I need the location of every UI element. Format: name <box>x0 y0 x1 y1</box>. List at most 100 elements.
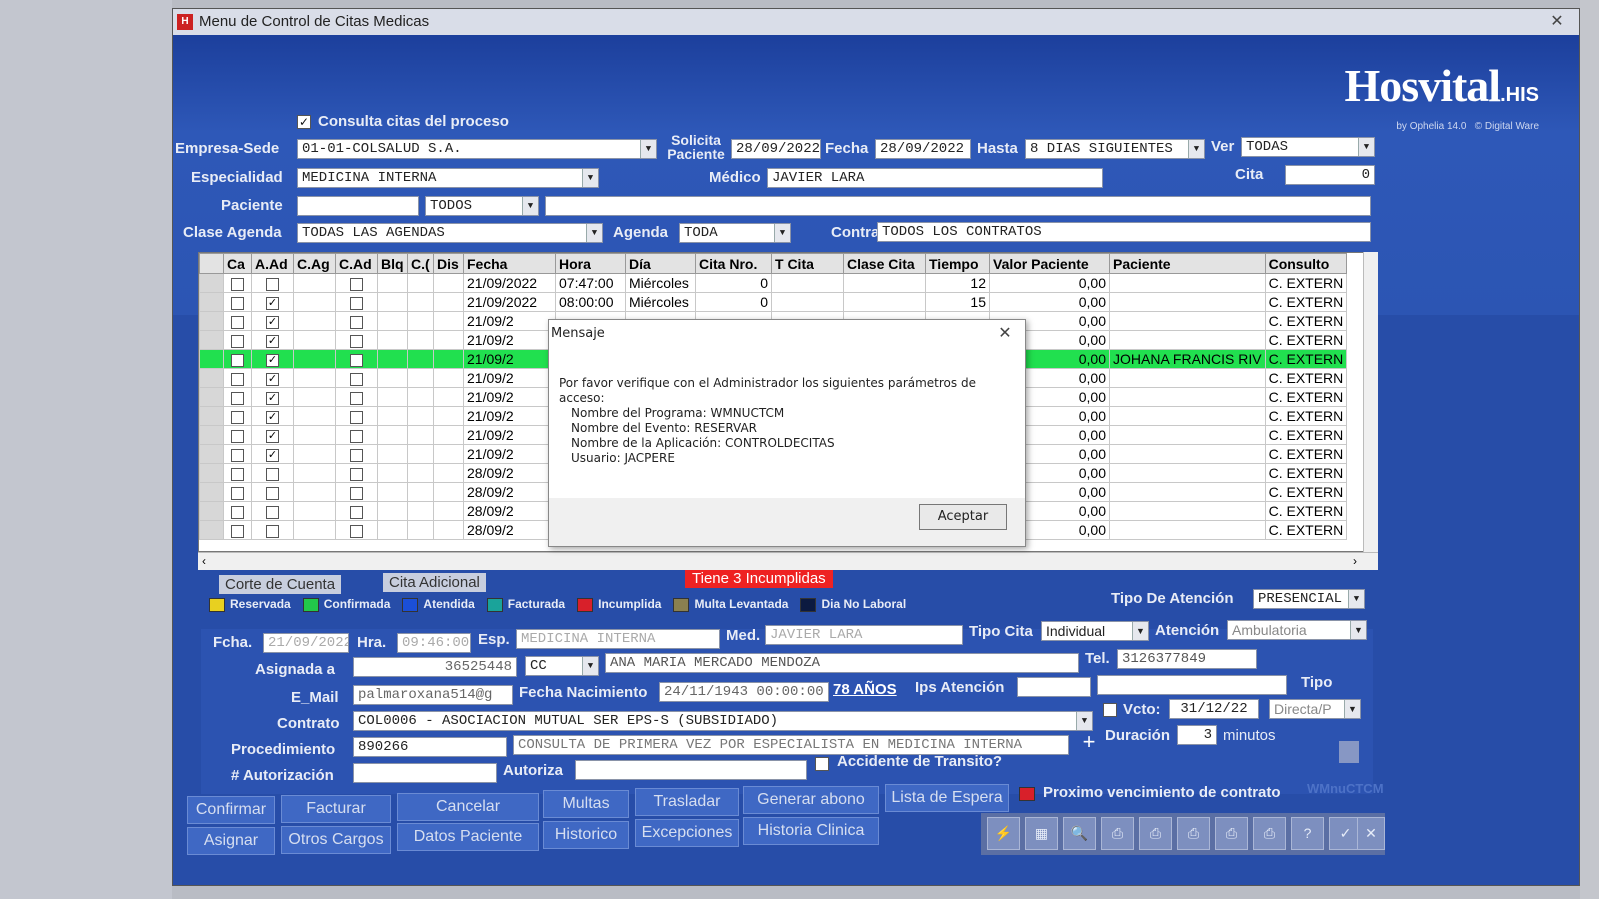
aad-checkbox[interactable]: ✓ <box>266 353 279 367</box>
ca-checkbox[interactable] <box>231 334 244 348</box>
ca-checkbox[interactable] <box>231 391 244 405</box>
grid-header-cell[interactable]: Fecha <box>463 253 556 274</box>
tab-cita-adicional[interactable]: Cita Adicional <box>383 573 486 592</box>
aad-checkbox[interactable]: ✓ <box>266 448 279 462</box>
cad-checkbox[interactable] <box>350 296 363 310</box>
patient-name-field[interactable]: ANA MARIA MERCADO MENDOZA <box>605 653 1079 673</box>
dialog-close-icon[interactable]: ✕ <box>995 323 1015 343</box>
multas-button[interactable]: Multas <box>543 790 629 818</box>
grid-header-cell[interactable]: Día <box>625 253 696 274</box>
esp-field[interactable]: MEDICINA INTERNA <box>516 629 720 649</box>
grid-header-cell[interactable]: Paciente <box>1109 253 1266 274</box>
paciente-name-field[interactable] <box>545 196 1371 216</box>
add-procedure-icon[interactable]: + <box>1077 731 1101 755</box>
autorizacion-field[interactable] <box>353 763 497 783</box>
print-icon[interactable]: ⎙ <box>1139 817 1172 850</box>
cad-checkbox[interactable] <box>350 391 363 405</box>
solicita-field[interactable]: 28/09/2022 <box>731 139 821 159</box>
tipo-atencion-select[interactable]: PRESENCIAL ▼ <box>1253 589 1365 609</box>
clase-agenda-select[interactable]: TODAS LAS AGENDAS ▼ <box>297 223 603 243</box>
grid-header-cell[interactable]: C.Ad <box>335 253 378 274</box>
doc-type-select[interactable]: CC ▼ <box>525 656 599 676</box>
cad-checkbox[interactable] <box>350 429 363 443</box>
ca-checkbox[interactable] <box>231 505 244 519</box>
ca-checkbox[interactable] <box>231 448 244 462</box>
scroll-right-icon[interactable]: › <box>1353 554 1357 568</box>
agenda-select[interactable]: TODA ▼ <box>679 223 791 243</box>
hra-field[interactable]: 09:46:00 <box>397 633 471 653</box>
ca-checkbox[interactable] <box>231 315 244 329</box>
consulta-checkbox[interactable]: ✓ <box>297 115 311 129</box>
cad-checkbox[interactable] <box>350 486 363 500</box>
cad-checkbox[interactable] <box>350 315 363 329</box>
cad-checkbox[interactable] <box>350 467 363 481</box>
table-row[interactable]: ✓ 21/09/2022 08:00:00 Miércoles 0 15 0,00 C. EX… <box>199 292 1348 312</box>
cad-checkbox[interactable] <box>350 334 363 348</box>
window-close-button[interactable]: ✕ <box>1545 12 1569 32</box>
aceptar-button[interactable]: Aceptar <box>919 504 1007 530</box>
vcto-checkbox[interactable] <box>1103 703 1117 717</box>
ca-checkbox[interactable] <box>231 372 244 386</box>
asignada-field[interactable]: 36525448 <box>353 657 517 677</box>
aad-checkbox[interactable]: ✓ <box>266 372 279 386</box>
aad-checkbox[interactable]: ✓ <box>266 334 279 348</box>
ca-checkbox[interactable] <box>231 429 244 443</box>
grid-header-cell[interactable]: A.Ad <box>251 253 294 274</box>
historia-clinica-button[interactable]: Historia Clinica <box>743 817 879 845</box>
ips-name-field[interactable] <box>1097 675 1287 695</box>
accidente-checkbox[interactable] <box>815 757 829 771</box>
aad-checkbox[interactable] <box>266 467 279 481</box>
aad-checkbox[interactable] <box>266 486 279 500</box>
contrato-select[interactable]: COL0006 - ASOCIACION MUTUAL SER EPS-S (S… <box>353 711 1093 731</box>
ca-checkbox[interactable] <box>231 277 244 291</box>
proc-desc-field[interactable]: CONSULTA DE PRIMERA VEZ POR ESPECIALISTA… <box>513 735 1069 755</box>
paciente-field[interactable] <box>297 196 419 216</box>
calendar-icon[interactable]: ▦ <box>1025 817 1058 850</box>
print-icon[interactable]: ⎙ <box>1215 817 1248 850</box>
cad-checkbox[interactable] <box>350 353 363 367</box>
ca-checkbox[interactable] <box>231 353 244 367</box>
cad-checkbox[interactable] <box>350 524 363 538</box>
datos-paciente-button[interactable]: Datos Paciente <box>397 823 539 851</box>
cancelar-button[interactable]: Cancelar <box>397 793 539 821</box>
grid-header-cell[interactable]: C.Ag <box>293 253 336 274</box>
fecha-field[interactable]: 28/09/2022 <box>875 139 971 159</box>
grid-header-cell[interactable]: Ca <box>223 253 252 274</box>
generar-abono-button[interactable]: Generar abono <box>743 786 879 814</box>
proc-code-field[interactable]: 890266 <box>353 737 507 757</box>
facturar-button[interactable]: Facturar <box>281 795 391 823</box>
tab-corte-cuenta[interactable]: Corte de Cuenta <box>219 575 342 594</box>
ca-checkbox[interactable] <box>231 296 244 310</box>
otros-cargos-button[interactable]: Otros Cargos <box>281 826 391 854</box>
table-row[interactable]: 21/09/2022 07:47:00 Miércoles 0 12 0,00 C. EXT… <box>199 273 1348 293</box>
ca-checkbox[interactable] <box>231 467 244 481</box>
ips-field[interactable] <box>1017 677 1091 697</box>
side-button[interactable] <box>1339 741 1359 763</box>
lista-espera-button[interactable]: Lista de Espera <box>885 784 1009 812</box>
aad-checkbox[interactable]: ✓ <box>266 410 279 424</box>
grid-header-cell[interactable]: Cita Nro. <box>695 253 772 274</box>
cita-field[interactable]: 0 <box>1285 165 1375 185</box>
close-icon[interactable]: ✕ <box>1357 817 1385 850</box>
autoriza-field[interactable] <box>575 760 807 780</box>
vcto-field[interactable]: 31/12/22 <box>1169 699 1259 719</box>
duracion-field[interactable]: 3 <box>1177 725 1217 745</box>
grid-horizontal-scrollbar[interactable]: ‹ › <box>198 552 1378 570</box>
contrato-filter-field[interactable]: TODOS LOS CONTRATOS <box>877 222 1371 242</box>
ca-checkbox[interactable] <box>231 524 244 538</box>
aad-checkbox[interactable] <box>266 277 279 291</box>
print-icon[interactable]: ⎙ <box>1253 817 1286 850</box>
directa-select[interactable]: Directa/P ▼ <box>1269 699 1361 719</box>
paciente-filter-select[interactable]: TODOS ▼ <box>425 196 539 216</box>
lightning-icon[interactable]: ⚡ <box>987 817 1020 850</box>
cad-checkbox[interactable] <box>350 410 363 424</box>
grid-header-cell[interactable]: Clase Cita <box>843 253 926 274</box>
print-icon[interactable]: ⎙ <box>1101 817 1134 850</box>
aad-checkbox[interactable] <box>266 524 279 538</box>
med-field[interactable]: JAVIER LARA <box>765 625 963 645</box>
print-icon[interactable]: ⎙ <box>1177 817 1210 850</box>
grid-vertical-scrollbar[interactable] <box>1363 252 1378 552</box>
grid-header-cell[interactable]: Valor Paciente <box>989 253 1110 274</box>
email-field[interactable]: palmaroxana514@g <box>353 685 513 705</box>
grid-header-cell[interactable]: Hora <box>555 253 626 274</box>
